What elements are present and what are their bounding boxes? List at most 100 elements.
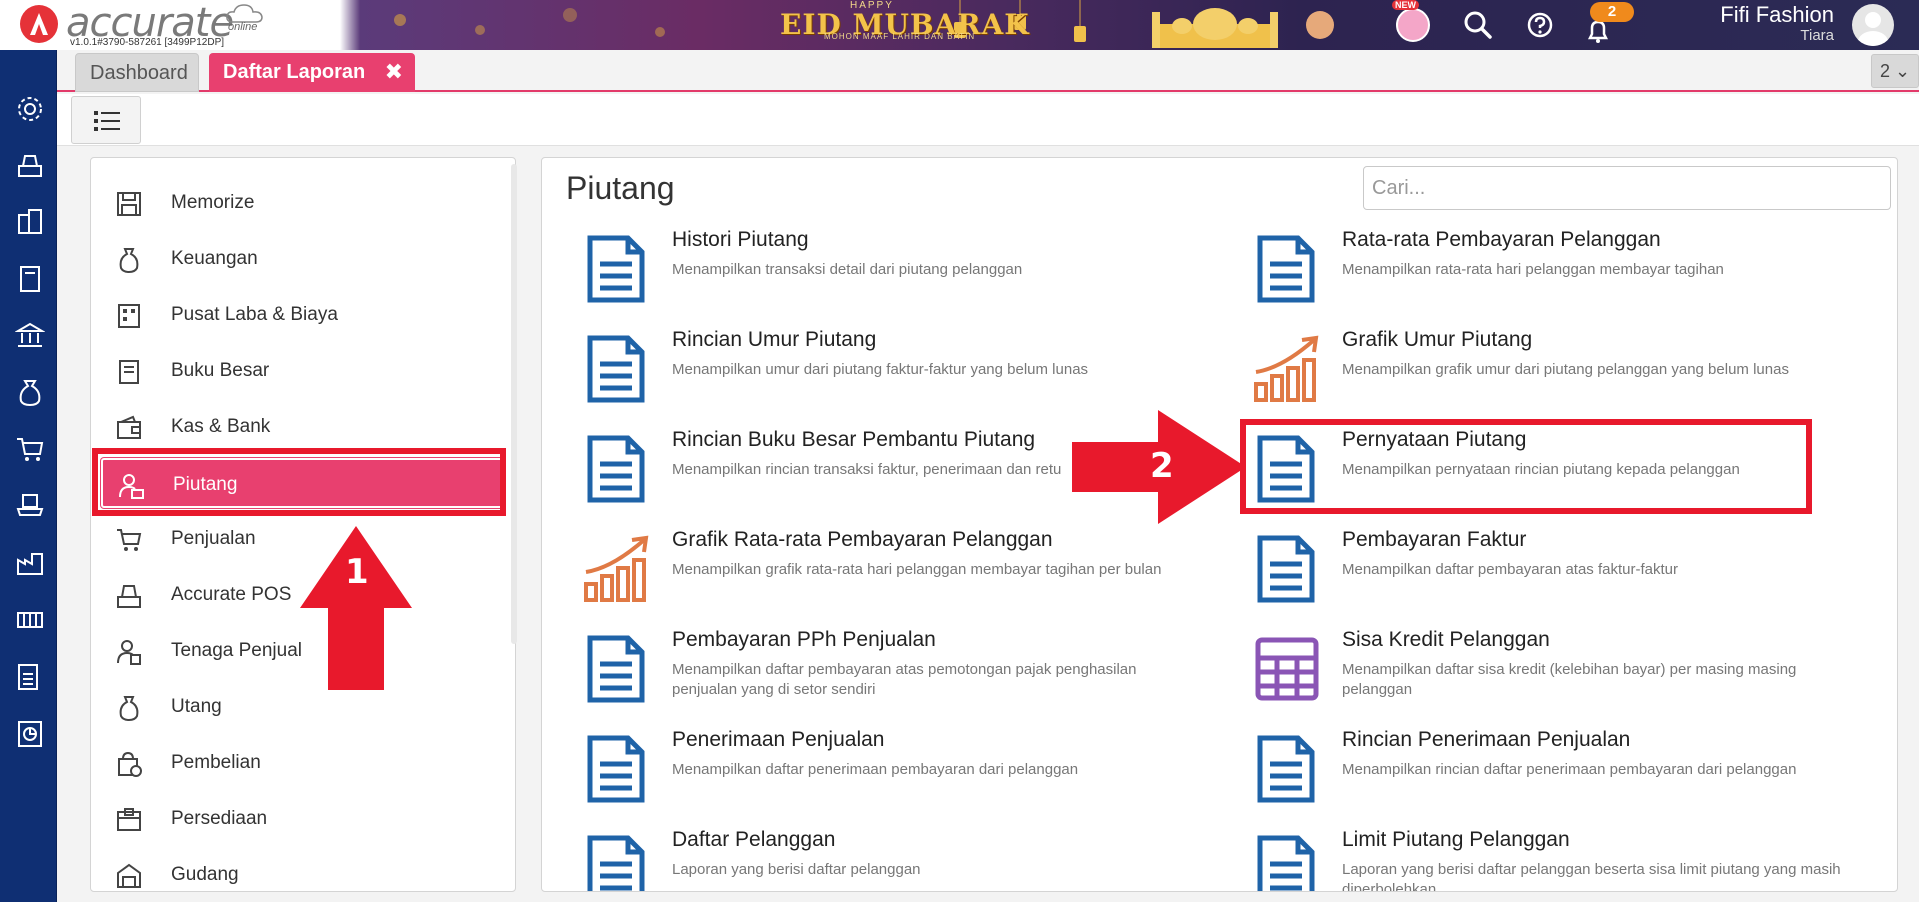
report-item-histori-piutang[interactable]: Histori Piutang Menampilkan transaksi de… [582, 228, 1222, 328]
report-title: Rincian Buku Besar Pembantu Piutang [672, 428, 1036, 451]
category-label: Tenaga Penjual [171, 640, 302, 661]
report-description: Menampilkan rata-rata hari pelanggan mem… [1342, 261, 1724, 278]
category-label: Kas & Bank [171, 416, 271, 437]
tab-daftar-laporan[interactable]: Daftar Laporan ✖ [209, 53, 415, 92]
ledger-book-icon[interactable] [15, 264, 45, 294]
category-gudang[interactable]: Gudang [101, 850, 503, 891]
category-pembelian[interactable]: Pembelian [101, 738, 503, 788]
category-label: Gudang [171, 864, 239, 885]
purchase-bag-icon [118, 751, 142, 777]
document-icon [587, 235, 645, 303]
report-title: Daftar Pelanggan [672, 828, 836, 851]
category-kas-bank[interactable]: Kas & Bank [101, 402, 503, 452]
category-label: Penjualan [171, 528, 256, 549]
ledger-icon [119, 360, 139, 384]
report-description: Menampilkan umur dari piutang faktur-fak… [672, 361, 1089, 378]
wallet-icon [117, 415, 141, 439]
report-title: Rincian Penerimaan Penjualan [1342, 728, 1631, 751]
report-title: Rincian Umur Piutang [672, 328, 877, 351]
report-title: Pembayaran PPh Penjualan [672, 628, 936, 651]
pos-icon [117, 585, 141, 608]
inventory-icon [117, 808, 141, 831]
version-text: v1.0.1#3790-587261 [3499P12DP] [70, 37, 225, 48]
report-item-rincian-penerimaan-penjualan[interactable]: Rincian Penerimaan Penjualan Menampilkan… [1252, 728, 1892, 828]
report-title: Grafik Rata-rata Pembayaran Pelanggan [672, 528, 1053, 551]
company-name[interactable]: Fifi Fashion [1680, 2, 1834, 28]
category-scrollbar[interactable] [511, 164, 517, 644]
bank-icon[interactable] [15, 320, 45, 350]
category-keuangan[interactable]: Keuangan [101, 234, 503, 284]
company-building-icon[interactable] [15, 207, 45, 237]
asset-icon[interactable] [15, 605, 45, 635]
report-item-pembayaran-pph-penjualan[interactable]: Pembayaran PPh Penjualan Menampilkan daf… [582, 628, 1222, 728]
document-icon [587, 835, 645, 891]
document-icon [587, 435, 645, 503]
category-label: Accurate POS [171, 584, 292, 605]
notification-badge[interactable]: 2 [1590, 2, 1634, 22]
category-memorize[interactable]: Memorize [101, 178, 503, 228]
document-icon [587, 335, 645, 403]
list-view-button[interactable] [71, 96, 141, 144]
report-description: Laporan yang berisi daftar pelanggan [672, 861, 921, 878]
document-icon [1257, 735, 1315, 803]
report-title: Rata-rata Pembayaran Pelanggan [1342, 228, 1661, 251]
shopping-cart-icon[interactable] [15, 434, 45, 464]
report-item-limit-piutang-pelanggan[interactable]: Limit Piutang Pelanggan Laporan yang ber… [1252, 828, 1892, 891]
top-bar: accurate online v1.0.1#3790-587261 [3499… [0, 0, 1919, 50]
accurate-logo-icon[interactable] [20, 5, 58, 43]
category-label: Utang [171, 696, 222, 717]
category-persediaan[interactable]: Persediaan [101, 794, 503, 844]
report-description: Menampilkan grafik umur dari piutang pel… [1342, 361, 1789, 378]
report-description: Menampilkan daftar penerimaan pembayaran… [672, 761, 1079, 778]
report-title: Histori Piutang [672, 228, 809, 251]
report-item-grafik-umur-piutang[interactable]: Grafik Umur Piutang Menampilkan grafik u… [1252, 328, 1892, 428]
help-icon[interactable] [1524, 9, 1556, 41]
salesperson-icon [117, 640, 141, 665]
category-label: Pembelian [171, 752, 261, 773]
report-item-grafik-rata-rata-pembayaran[interactable]: Grafik Rata-rata Pembayaran Pelanggan Me… [582, 528, 1222, 628]
money-bag-icon [119, 248, 139, 274]
report-list-panel: Piutang Histori Piutang Menampilkan tran… [541, 157, 1898, 892]
report-description: Menampilkan daftar pembayaran atas faktu… [1342, 561, 1678, 578]
report-item-daftar-pelanggan[interactable]: Daftar Pelanggan Laporan yang berisi daf… [582, 828, 1222, 891]
settings-gear-icon[interactable] [15, 94, 45, 124]
document-icon [587, 735, 645, 803]
page-title: Piutang [566, 170, 675, 206]
document-icon [1257, 235, 1315, 303]
building-icon [118, 304, 140, 328]
new-feature-avatar-icon[interactable] [1396, 8, 1430, 42]
money-bag-rp-icon[interactable] [15, 377, 45, 407]
user-avatar-icon[interactable] [1852, 4, 1894, 46]
document-icon [1257, 835, 1315, 891]
list-icon [94, 111, 120, 131]
tab-dashboard[interactable]: Dashboard [75, 53, 199, 92]
report-title: Grafik Umur Piutang [1342, 328, 1533, 351]
annotation-highlight-pernyataan-piutang [1240, 419, 1812, 514]
logo-area: accurate online v1.0.1#3790-587261 [3499… [0, 0, 340, 50]
annotation-highlight-piutang [92, 448, 506, 516]
new-badge: NEW [1392, 0, 1419, 10]
tab-counter-dropdown[interactable]: 2 ⌄ [1871, 54, 1919, 88]
factory-icon[interactable] [15, 548, 45, 578]
report-pie-icon[interactable] [15, 719, 45, 749]
document-icon [587, 635, 645, 703]
user-name[interactable]: Tiara [1680, 27, 1834, 44]
toolbar [57, 94, 1919, 146]
category-label: Persediaan [171, 808, 268, 829]
report-title: Sisa Kredit Pelanggan [1342, 628, 1550, 651]
annotation-arrow-up-icon [300, 526, 412, 690]
tax-icon[interactable] [15, 662, 45, 692]
report-item-penerimaan-penjualan[interactable]: Penerimaan Penjualan Menampilkan daftar … [582, 728, 1222, 828]
cash-register-icon[interactable] [15, 150, 45, 180]
mosque-icon [1152, 8, 1278, 48]
category-buku-besar[interactable]: Buku Besar [101, 346, 503, 396]
purchase-cart-icon[interactable] [15, 491, 45, 521]
report-item-sisa-kredit-pelanggan[interactable]: Sisa Kredit Pelanggan Menampilkan daftar… [1252, 628, 1892, 728]
close-icon[interactable]: ✖ [385, 53, 403, 91]
report-category-panel: Memorize Keuangan Pusat Laba & Biaya Buk… [90, 157, 516, 892]
report-item-rata-rata-pembayaran[interactable]: Rata-rata Pembayaran Pelanggan Menampilk… [1252, 228, 1892, 328]
search-icon[interactable] [1462, 9, 1494, 41]
category-pusat-laba-biaya[interactable]: Pusat Laba & Biaya [101, 290, 503, 340]
search-input[interactable] [1363, 166, 1891, 210]
report-item-pembayaran-faktur[interactable]: Pembayaran Faktur Menampilkan daftar pem… [1252, 528, 1892, 628]
